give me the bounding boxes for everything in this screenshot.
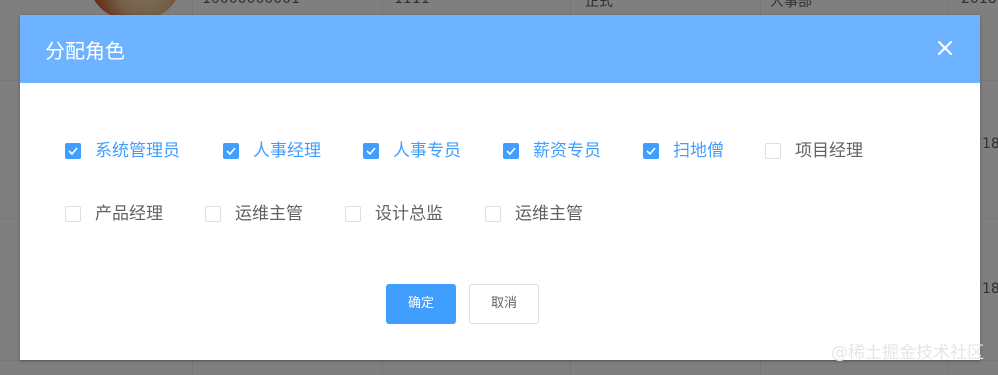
role-label: 系统管理员 — [95, 141, 180, 161]
role-checkbox[interactable]: 设计总监 — [345, 204, 443, 224]
role-label: 运维主管 — [235, 204, 303, 224]
role-checkbox[interactable]: 人事经理 — [223, 141, 321, 161]
role-checkbox[interactable]: 人事专员 — [363, 141, 461, 161]
role-checkbox[interactable]: 扫地僧 — [643, 141, 724, 161]
confirm-button[interactable]: 确定 — [386, 284, 456, 324]
role-label: 运维主管 — [515, 204, 583, 224]
assign-role-dialog: 分配角色 系统管理员 人事经理 人事专员 薪资专员 扫地僧 项目经理产品经理 运维主管 设计总… — [20, 15, 980, 360]
role-label: 设计总监 — [375, 204, 443, 224]
checkbox-checked-icon[interactable] — [503, 143, 519, 159]
watermark: @稀土掘金技术社区 — [831, 343, 984, 363]
role-label: 项目经理 — [795, 141, 863, 161]
role-checkbox[interactable]: 运维主管 — [485, 204, 583, 224]
checkbox-unchecked-icon[interactable] — [205, 206, 221, 222]
checkbox-checked-icon[interactable] — [223, 143, 239, 159]
role-label: 产品经理 — [95, 204, 163, 224]
checkbox-unchecked-icon[interactable] — [765, 143, 781, 159]
role-checkbox[interactable]: 系统管理员 — [65, 141, 180, 161]
checkbox-checked-icon[interactable] — [363, 143, 379, 159]
role-checkbox[interactable]: 项目经理 — [765, 141, 863, 161]
checkbox-unchecked-icon[interactable] — [65, 206, 81, 222]
role-label: 薪资专员 — [533, 141, 601, 161]
checkbox-unchecked-icon[interactable] — [485, 206, 501, 222]
close-icon[interactable] — [936, 39, 954, 57]
dialog-header: 分配角色 — [20, 15, 980, 83]
checkbox-checked-icon[interactable] — [65, 143, 81, 159]
role-label: 人事专员 — [393, 141, 461, 161]
checkbox-checked-icon[interactable] — [643, 143, 659, 159]
cancel-button[interactable]: 取消 — [469, 284, 539, 324]
role-label: 人事经理 — [253, 141, 321, 161]
role-label: 扫地僧 — [673, 141, 724, 161]
checkbox-unchecked-icon[interactable] — [345, 206, 361, 222]
dialog-title: 分配角色 — [45, 39, 125, 63]
role-checkbox[interactable]: 产品经理 — [65, 204, 163, 224]
role-checkbox[interactable]: 薪资专员 — [503, 141, 601, 161]
role-checkbox[interactable]: 运维主管 — [205, 204, 303, 224]
